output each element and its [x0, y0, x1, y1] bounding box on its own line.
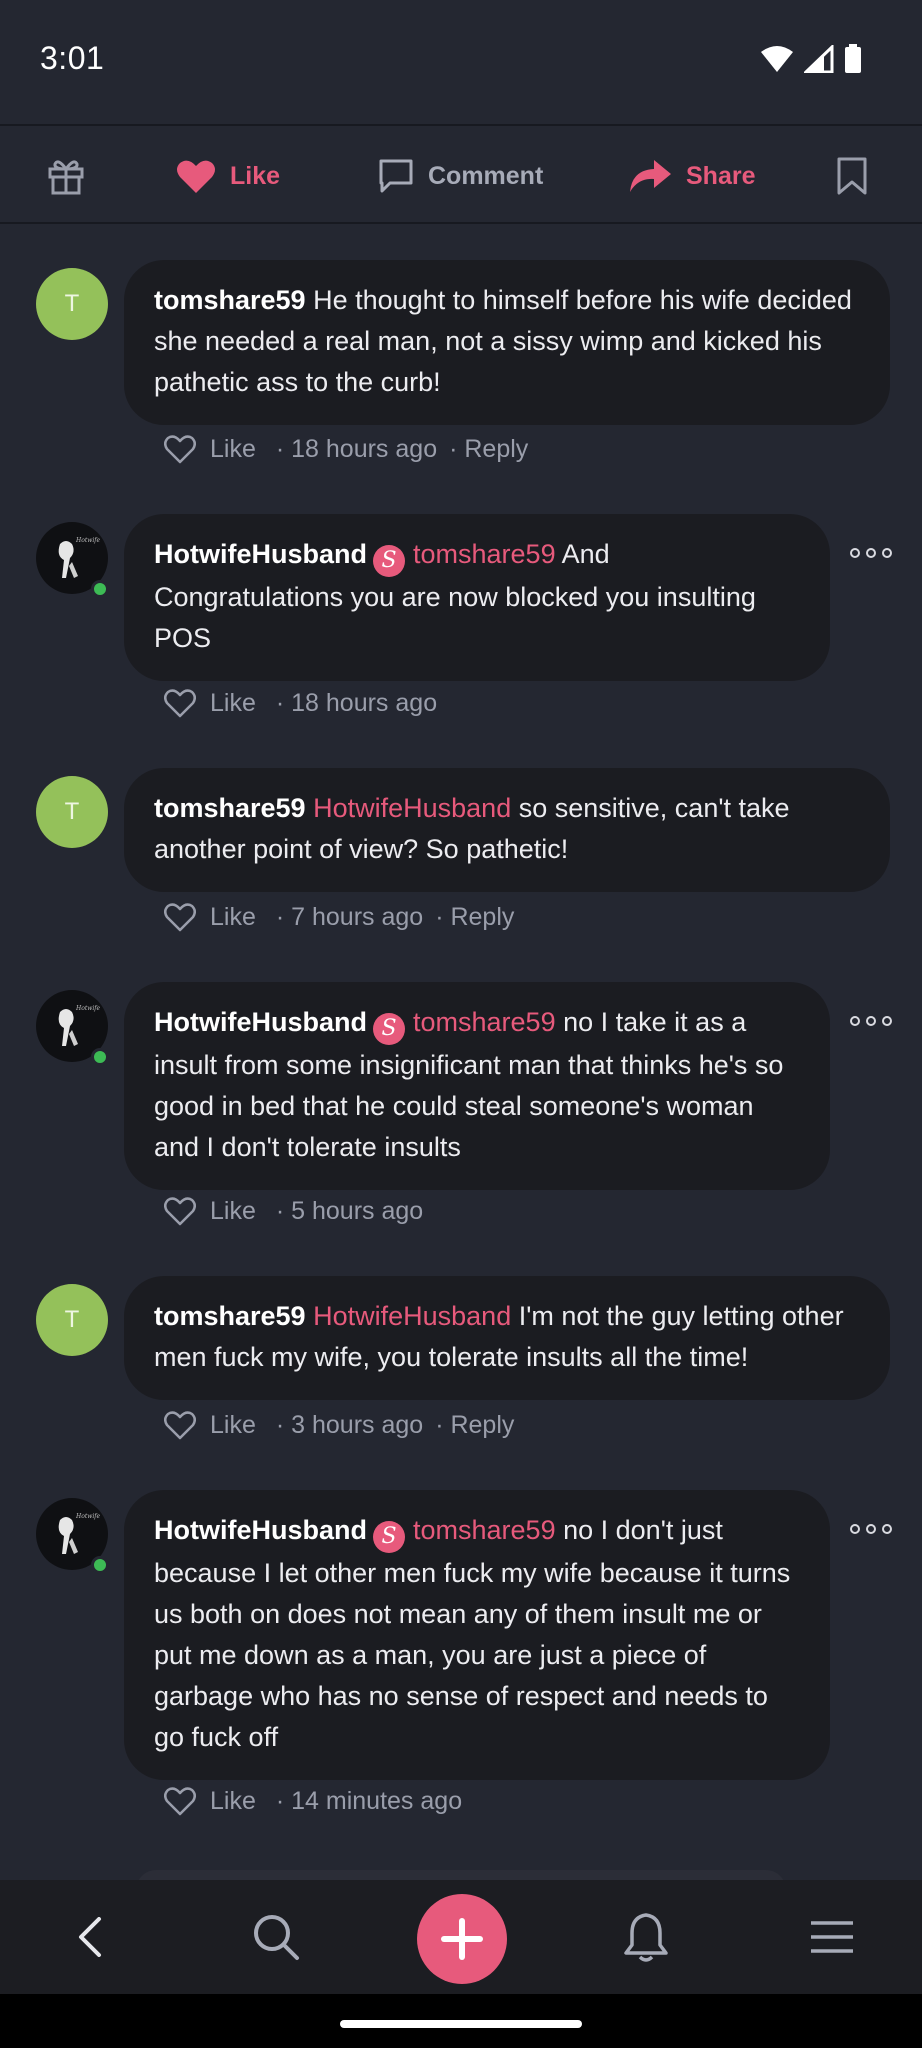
heart-outline-icon[interactable]	[164, 1196, 196, 1226]
comment-author[interactable]: HotwifeHusband	[154, 1007, 367, 1037]
bookmark-button[interactable]	[836, 128, 868, 224]
menu-button[interactable]	[802, 1880, 862, 1994]
comment-author[interactable]: HotwifeHusband	[154, 1515, 367, 1545]
comment-author[interactable]: HotwifeHusband	[154, 539, 367, 569]
search-icon	[254, 1915, 299, 1960]
gift-button[interactable]	[46, 128, 86, 224]
online-status-dot	[91, 580, 109, 598]
comment-bubble: HotwifeHusband Stomshare59 And Congratula…	[124, 514, 830, 681]
comment-bubble: tomshare59 HotwifeHusband I'm not the gu…	[124, 1276, 890, 1400]
avatar[interactable]: T	[36, 776, 108, 848]
signal-icon	[804, 45, 834, 73]
comment-reply-button[interactable]: · Reply	[435, 903, 514, 932]
comment-mention[interactable]: tomshare59	[413, 1515, 556, 1545]
battery-icon	[845, 44, 861, 73]
avatar-letter: T	[64, 1306, 80, 1333]
post-action-bar: Like Comment Share	[0, 128, 922, 224]
comment-meta: Like · 14 minutes ago	[164, 1786, 462, 1816]
comment-like-button[interactable]: Like	[210, 1787, 256, 1816]
comment-mention[interactable]: tomshare59	[413, 539, 556, 569]
heart-filled-icon	[177, 160, 215, 193]
comment-meta: Like · 7 hours ago · Reply	[164, 902, 514, 932]
comment-mention[interactable]: tomshare59	[413, 1007, 556, 1037]
status-bar: 3:01	[0, 0, 922, 126]
comment-time: · 14 minutes ago	[275, 1786, 463, 1815]
comment-bubble: HotwifeHusband Stomshare59 no I take it a…	[124, 982, 830, 1190]
bell-icon	[624, 1913, 668, 1962]
back-button[interactable]	[60, 1880, 120, 1994]
supporter-badge-icon: S	[373, 545, 405, 577]
comment-bubble: HotwifeHusband Stomshare59 no I don't jus…	[124, 1490, 830, 1780]
avatar[interactable]: T	[36, 268, 108, 340]
comment-time: · 3 hours ago	[275, 1410, 424, 1439]
heart-outline-icon[interactable]	[164, 688, 196, 718]
comment-meta: Like · 3 hours ago · Reply	[164, 1410, 514, 1440]
comment-mention[interactable]: HotwifeHusband	[313, 793, 511, 823]
search-button[interactable]	[246, 1880, 306, 1994]
avatar[interactable]: T	[36, 1284, 108, 1356]
like-post-label: Like	[230, 161, 281, 190]
comment-text: no I don't just because I let other men …	[154, 1515, 791, 1752]
comment-author[interactable]: tomshare59	[154, 285, 306, 315]
comment-time: · 7 hours ago	[275, 902, 424, 931]
comment-like-button[interactable]: Like	[210, 435, 256, 464]
back-icon	[79, 1917, 101, 1957]
heart-outline-icon[interactable]	[164, 1786, 196, 1816]
comment-author[interactable]: tomshare59	[154, 793, 306, 823]
supporter-badge-icon: S	[373, 1521, 405, 1553]
comment-author[interactable]: tomshare59	[154, 1301, 306, 1331]
heart-outline-icon[interactable]	[164, 434, 196, 464]
status-time: 3:01	[40, 40, 105, 76]
create-post-button[interactable]	[417, 1894, 507, 1984]
comment-reply-button[interactable]: · Reply	[435, 1411, 514, 1440]
comment-label: Comment	[428, 161, 544, 190]
comment-time: · 18 hours ago	[275, 688, 438, 717]
avatar-letter: T	[64, 290, 80, 317]
comment-icon	[379, 159, 413, 193]
wifi-icon	[761, 46, 793, 72]
comment-mention[interactable]: HotwifeHusband	[313, 1301, 511, 1331]
more-options-button[interactable]	[850, 1016, 892, 1026]
share-icon	[630, 160, 671, 192]
status-icons	[760, 44, 862, 74]
comment-like-button[interactable]: Like	[210, 1411, 256, 1440]
gift-icon	[48, 160, 84, 195]
online-status-dot	[91, 1556, 109, 1574]
notifications-button[interactable]	[616, 1880, 676, 1994]
menu-icon	[811, 1921, 853, 1953]
comment-meta: Like · 5 hours ago	[164, 1196, 423, 1226]
plus-icon	[441, 1918, 483, 1960]
comment-bubble: tomshare59 He thought to himself before …	[124, 260, 890, 425]
online-status-dot	[91, 1048, 109, 1066]
heart-outline-icon[interactable]	[164, 902, 196, 932]
bookmark-icon	[837, 157, 867, 195]
heart-outline-icon[interactable]	[164, 1410, 196, 1440]
comment-time: · 5 hours ago	[275, 1196, 424, 1225]
svg-text:Hotwife: Hotwife	[75, 1005, 101, 1012]
supporter-badge-icon: S	[373, 1013, 405, 1045]
comment-time: · 18 hours ago	[275, 434, 438, 463]
home-indicator[interactable]	[340, 2020, 582, 2028]
comment-like-button[interactable]: Like	[210, 1197, 256, 1226]
comment-meta: Like · 18 hours ago · Reply	[164, 434, 528, 464]
like-post-button[interactable]: Like	[176, 128, 280, 224]
comment-reply-button[interactable]: · Reply	[449, 435, 528, 464]
more-options-button[interactable]	[850, 548, 892, 558]
svg-text:Hotwife: Hotwife	[75, 537, 101, 544]
share-button[interactable]: Share	[628, 128, 755, 224]
comment-like-button[interactable]: Like	[210, 903, 256, 932]
share-label: Share	[686, 161, 756, 190]
comment-bubble: tomshare59 HotwifeHusband so sensitive, …	[124, 768, 890, 892]
avatar-letter: T	[64, 798, 80, 825]
comment-meta: Like · 18 hours ago	[164, 688, 437, 718]
more-options-button[interactable]	[850, 1524, 892, 1534]
svg-text:Hotwife: Hotwife	[75, 1513, 101, 1520]
comment-like-button[interactable]: Like	[210, 689, 256, 718]
